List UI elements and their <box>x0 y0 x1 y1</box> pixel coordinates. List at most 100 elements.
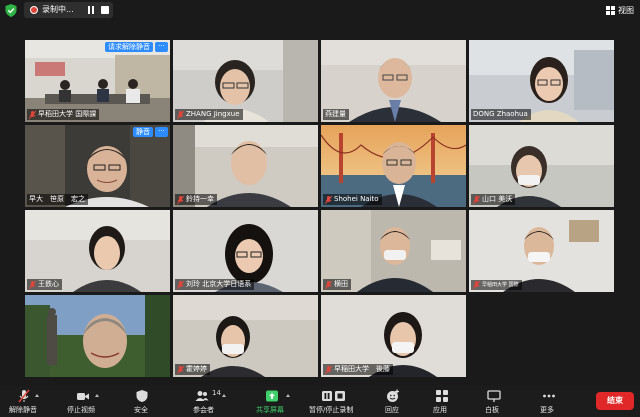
video-tile[interactable]: Shohei Naito <box>321 125 466 207</box>
participant-name: 燕建量 <box>325 110 346 118</box>
video-tile[interactable]: 山口 美沃 <box>469 125 614 207</box>
video-tile[interactable]: 横田 <box>321 210 466 292</box>
apps-label: 应用 <box>433 406 447 414</box>
whiteboard-button[interactable]: 白板 <box>480 386 512 417</box>
more-label: 更多 <box>540 406 554 414</box>
view-label: 视图 <box>618 5 634 15</box>
participant-name-tag: DONG Zhaohua <box>471 109 531 120</box>
end-meeting-button[interactable]: 结束 <box>596 392 634 410</box>
muted-mic-icon <box>473 281 480 289</box>
shield-icon <box>136 390 148 402</box>
reactions-button[interactable]: 回应 <box>380 386 412 417</box>
top-bar: 录制中... 视图 <box>0 0 640 20</box>
video-tile[interactable]: 早稲田大学 後藤 <box>321 295 466 377</box>
view-button[interactable]: 视图 <box>606 3 634 17</box>
participants-count: 14 <box>212 389 221 397</box>
recording-indicator: 录制中... <box>24 2 113 18</box>
apps-button[interactable]: 应用 <box>428 386 460 417</box>
muted-mic-icon <box>177 110 184 119</box>
smiley-plus-icon <box>387 389 399 402</box>
caret-up-icon[interactable] <box>35 394 39 397</box>
participant-name: ZHANG Jingxue <box>186 110 240 118</box>
participant-name: 早稲田大学 国際 <box>482 281 519 288</box>
muted-mic-icon <box>325 280 332 289</box>
video-tile[interactable]: 静音 ··· 早大 笹原 宏之 <box>25 125 170 207</box>
shield-icon[interactable] <box>5 4 17 17</box>
share-screen-label: 共享屏幕 <box>256 406 284 414</box>
participant-name: 早稻田大学 国際課 <box>38 110 97 118</box>
mute-button[interactable]: 静音 <box>133 127 153 137</box>
participant-name-tag: 王鉄心 <box>27 279 62 290</box>
record-dot-icon <box>30 6 38 14</box>
more-options-icon[interactable]: ··· <box>155 42 168 52</box>
reactions-label: 回应 <box>385 406 399 414</box>
muted-mic-icon <box>29 280 36 289</box>
muted-mic-icon <box>18 389 30 403</box>
share-screen-icon <box>266 390 278 402</box>
pause-stop-recording-label: 暂停/停止录制 <box>309 406 354 414</box>
request-unmute-button[interactable]: 请求解除静音 <box>105 42 153 52</box>
participant-name: 山口 美沃 <box>482 195 513 203</box>
video-camera-icon <box>77 393 89 400</box>
recording-label: 录制中... <box>42 5 74 14</box>
participant-name: 鈴持一幸 <box>186 195 214 203</box>
grid-view-icon <box>606 5 615 15</box>
caret-up-icon[interactable] <box>222 394 226 397</box>
muted-mic-icon <box>177 195 184 204</box>
pause-stop-recording-button[interactable]: 暂停/停止录制 <box>307 386 365 417</box>
more-icon <box>543 394 555 398</box>
video-tile[interactable]: 鈴持一幸 <box>173 125 318 207</box>
participant-name: 刘玲 北京大学日语系 <box>186 280 252 288</box>
video-tile[interactable]: ZHANG Jingxue <box>173 40 318 122</box>
video-tile[interactable]: 霍婷婷 <box>173 295 318 377</box>
security-button[interactable]: 安全 <box>127 386 157 417</box>
participant-name-tag: 鈴持一幸 <box>175 194 217 205</box>
pause-recording-icon[interactable] <box>86 5 96 15</box>
participants-icon <box>195 391 209 401</box>
participant-name: 横田 <box>334 280 348 288</box>
participant-name-tag: 早大 笹原 宏之 <box>27 194 88 205</box>
participant-name-tag: 早稻田大学 国際課 <box>27 109 100 120</box>
participant-name-tag: 山口 美沃 <box>471 194 516 205</box>
caret-up-icon[interactable] <box>286 394 290 397</box>
more-button[interactable]: 更多 <box>534 386 566 417</box>
caret-up-icon[interactable] <box>95 394 99 397</box>
participant-name-tag: 早稲田大学 国際 <box>471 280 522 290</box>
participant-name: 早稲田大学 後藤 <box>334 365 390 373</box>
muted-mic-icon <box>29 110 36 119</box>
whiteboard-label: 白板 <box>485 406 499 414</box>
participant-name: 王鉄心 <box>38 280 59 288</box>
video-tile[interactable] <box>25 295 170 377</box>
stop-video-label: 停止视频 <box>67 406 95 414</box>
participant-name-tag: Shohei Naito <box>323 194 382 205</box>
stop-recording-icon[interactable] <box>101 6 109 14</box>
whiteboard-icon <box>487 390 501 402</box>
participant-name-tag: 霍婷婷 <box>175 364 210 375</box>
video-tile[interactable]: DONG Zhaohua <box>469 40 614 122</box>
participant-name: 早大 笹原 宏之 <box>29 195 85 203</box>
apps-icon <box>436 390 448 402</box>
share-screen-button[interactable]: 共享屏幕 <box>254 386 294 417</box>
participants-button[interactable]: 14 参会者 <box>189 386 227 417</box>
stop-video-button[interactable]: 停止视频 <box>64 386 104 417</box>
pause-stop-record-icon <box>322 391 345 401</box>
video-tile[interactable]: 早稲田大学 国際 <box>469 210 614 292</box>
video-tile[interactable]: 请求解除静音 ··· 早稻田大学 国際課 <box>25 40 170 122</box>
participant-name-tag: ZHANG Jingxue <box>175 109 243 120</box>
muted-mic-icon <box>473 195 480 204</box>
participant-name: DONG Zhaohua <box>473 110 528 118</box>
unmute-label: 解除静音 <box>9 406 37 414</box>
video-tile[interactable]: 王鉄心 <box>25 210 170 292</box>
video-tile[interactable]: 刘玲 北京大学日语系 <box>173 210 318 292</box>
more-options-icon[interactable]: ··· <box>155 127 168 137</box>
participants-label: 参会者 <box>193 406 214 414</box>
participant-name-tag: 燕建量 <box>323 109 349 120</box>
unmute-button[interactable]: 解除静音 <box>6 386 42 417</box>
participant-name: Shohei Naito <box>334 195 379 203</box>
muted-mic-icon <box>325 365 332 374</box>
muted-mic-icon <box>177 280 184 289</box>
video-tile-active-speaker[interactable]: 燕建量 <box>321 40 466 122</box>
video-feed <box>25 295 170 377</box>
muted-mic-icon <box>325 195 332 204</box>
participant-name-tag: 早稲田大学 後藤 <box>323 364 393 375</box>
